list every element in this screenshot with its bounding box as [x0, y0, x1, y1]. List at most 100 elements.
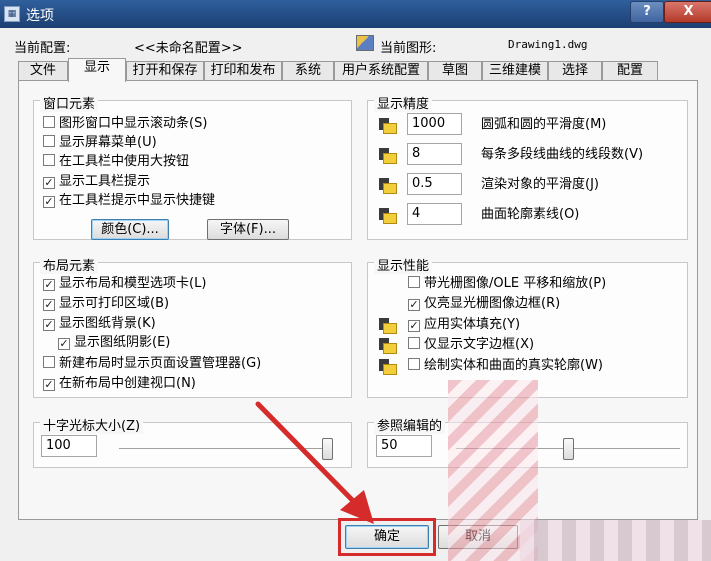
tab-selection[interactable]: 选择: [548, 61, 602, 80]
tab-plot-publish[interactable]: 打印和发布: [204, 61, 282, 80]
checkbox-paper-background[interactable]: ✓ 显示图纸背景(K): [43, 315, 156, 333]
current-drawing-label: 当前图形:: [380, 41, 437, 56]
current-config-label: 当前配置:: [14, 41, 71, 56]
xref-slider-thumb[interactable]: [562, 438, 574, 460]
performance-icon: [378, 358, 398, 376]
checkbox-label: 仅显示文字边框(X): [424, 337, 535, 352]
tab-3d-modeling[interactable]: 三维建模: [482, 61, 548, 80]
checkbox-show-tooltips[interactable]: ✓ 显示工具栏提示: [43, 173, 150, 191]
checkbox-box[interactable]: ✓: [43, 177, 55, 189]
checkbox-box[interactable]: [43, 135, 55, 147]
checkbox-box[interactable]: [408, 276, 420, 288]
window-elements-group: 窗口元素 图形窗口中显示滚动条(S) 显示屏幕菜单(U) 在工具栏中使用大按钮 …: [33, 93, 352, 240]
layout-elements-title: 布局元素: [40, 255, 99, 274]
display-resolution-group: 显示精度 1000 圆弧和圆的平滑度(M) 8 每条多段线曲线的线段数(V) 0…: [367, 93, 688, 240]
xref-fade-group: 参照编辑的 50: [367, 415, 688, 468]
ok-button[interactable]: 确定: [345, 525, 429, 549]
display-performance-group: 显示性能 带光栅图像/OLE 平移和缩放(P) ✓ 仅亮显光栅图像边框(R) ✓ 应…: [367, 255, 688, 398]
resolution-icon: [378, 207, 398, 225]
tab-drafting[interactable]: 草图: [428, 61, 482, 80]
help-button[interactable]: ?: [630, 1, 664, 23]
checkbox-raster-frame[interactable]: ✓ 仅亮显光栅图像边框(R): [408, 295, 560, 313]
checkbox-label: 在工具栏中使用大按钮: [59, 154, 190, 169]
window-elements-title: 窗口元素: [40, 93, 99, 112]
crosshair-size-title: 十字光标大小(Z): [40, 415, 144, 434]
rendered-smoothness-input[interactable]: 0.5: [407, 173, 462, 195]
tab-user-preferences[interactable]: 用户系统配置: [334, 61, 428, 80]
current-drawing-value: Drawing1.dwg: [508, 38, 588, 51]
crosshair-slider-thumb[interactable]: [322, 438, 333, 460]
checkbox-box[interactable]: ✓: [408, 299, 420, 311]
checkbox-layout-model-tabs[interactable]: ✓ 显示布局和模型选项卡(L): [43, 275, 206, 293]
checkbox-box[interactable]: [43, 116, 55, 128]
resolution-icon: [378, 177, 398, 195]
performance-icon: [378, 337, 398, 355]
polyline-segments-label: 每条多段线曲线的线段数(V): [481, 147, 644, 162]
layout-elements-group: 布局元素 ✓ 显示布局和模型选项卡(L) ✓ 显示可打印区域(B) ✓ 显示图纸背景(…: [33, 255, 352, 398]
checkbox-box[interactable]: ✓: [43, 279, 55, 291]
checkbox-paper-shadow[interactable]: ✓ 显示图纸阴影(E): [58, 334, 170, 352]
crosshair-size-group: 十字光标大小(Z) 100: [33, 415, 352, 468]
tab-system[interactable]: 系统: [282, 61, 334, 80]
cancel-button[interactable]: 取消: [438, 525, 518, 549]
pixelated-overlay: [520, 520, 711, 561]
checkbox-text-boundary[interactable]: 仅显示文字边框(X): [408, 336, 534, 354]
checkbox-box[interactable]: ✓: [43, 319, 55, 331]
checkbox-scroll-bars[interactable]: 图形窗口中显示滚动条(S): [43, 115, 207, 133]
checkbox-box[interactable]: ✓: [43, 196, 55, 208]
checkbox-label: 显示屏幕菜单(U): [59, 135, 157, 150]
contour-lines-input[interactable]: 4: [407, 203, 462, 225]
checkbox-label: 显示布局和模型选项卡(L): [59, 276, 207, 291]
rendered-smoothness-label: 渲染对象的平滑度(J): [481, 177, 599, 192]
polyline-segments-input[interactable]: 8: [407, 143, 462, 165]
checkbox-label: 在工具栏提示中显示快捷键: [59, 193, 216, 208]
checkbox-box[interactable]: ✓: [58, 338, 70, 350]
display-performance-title: 显示性能: [374, 255, 433, 274]
fonts-button[interactable]: 字体(F)...: [207, 219, 289, 240]
checkbox-label: 图形窗口中显示滚动条(S): [59, 116, 208, 131]
checkbox-box[interactable]: ✓: [408, 320, 420, 332]
checkbox-true-silhouettes[interactable]: 绘制实体和曲面的真实轮廓(W): [408, 357, 603, 375]
crosshair-size-input[interactable]: 100: [41, 435, 97, 457]
close-button[interactable]: X: [664, 1, 711, 23]
xref-fade-title: 参照编辑的: [374, 415, 446, 434]
resolution-icon: [378, 117, 398, 135]
tab-display[interactable]: 显示: [68, 58, 126, 82]
checkbox-label: 显示可打印区域(B): [59, 296, 170, 311]
arc-smoothness-input[interactable]: 1000: [407, 113, 462, 135]
tab-files[interactable]: 文件: [18, 61, 68, 80]
checkbox-solid-fill[interactable]: ✓ 应用实体填充(Y): [408, 316, 520, 334]
checkbox-box[interactable]: [43, 356, 55, 368]
tab-strip: 文件 显示 打开和保存 打印和发布 系统 用户系统配置 草图 三维建模 选择 配…: [18, 58, 698, 82]
contour-lines-label: 曲面轮廓素线(O): [481, 207, 580, 222]
checkbox-create-viewport[interactable]: ✓ 在新布局中创建视口(N): [43, 375, 196, 393]
tab-profiles[interactable]: 配置: [602, 61, 658, 80]
checkbox-box[interactable]: ✓: [43, 379, 55, 391]
performance-icon: [378, 317, 398, 335]
checkbox-box[interactable]: [43, 154, 55, 166]
checkbox-label: 仅亮显光栅图像边框(R): [424, 296, 561, 311]
options-app-icon: ▦: [4, 6, 20, 22]
checkbox-printable-area[interactable]: ✓ 显示可打印区域(B): [43, 295, 169, 313]
checkbox-label: 应用实体填充(Y): [424, 317, 521, 332]
checkbox-page-setup-manager[interactable]: 新建布局时显示页面设置管理器(G): [43, 355, 261, 373]
checkbox-raster-pan-zoom[interactable]: 带光栅图像/OLE 平移和缩放(P): [408, 275, 606, 293]
checkbox-box[interactable]: [408, 358, 420, 370]
checkbox-label: 绘制实体和曲面的真实轮廓(W): [424, 358, 603, 373]
display-resolution-title: 显示精度: [374, 93, 433, 112]
checkbox-show-shortcut-keys[interactable]: ✓ 在工具栏提示中显示快捷键: [43, 192, 215, 210]
checkbox-box[interactable]: ✓: [43, 299, 55, 311]
checkbox-screen-menu[interactable]: 显示屏幕菜单(U): [43, 134, 157, 152]
crosshair-slider-track[interactable]: [119, 448, 333, 452]
title-bar: ▦ 选项 ? X: [0, 0, 711, 28]
checkbox-label: 显示工具栏提示: [59, 174, 151, 189]
xref-fade-input[interactable]: 50: [376, 435, 432, 457]
window-title: 选项: [26, 8, 54, 24]
checkbox-label: 带光栅图像/OLE 平移和缩放(P): [424, 276, 607, 291]
colors-button[interactable]: 颜色(C)...: [91, 219, 169, 240]
checkbox-box[interactable]: [408, 337, 420, 349]
checkbox-label: 显示图纸背景(K): [59, 316, 156, 331]
tab-open-save[interactable]: 打开和保存: [126, 61, 204, 80]
checkbox-large-buttons[interactable]: 在工具栏中使用大按钮: [43, 153, 189, 171]
current-config-value: <<未命名配置>>: [134, 41, 243, 56]
